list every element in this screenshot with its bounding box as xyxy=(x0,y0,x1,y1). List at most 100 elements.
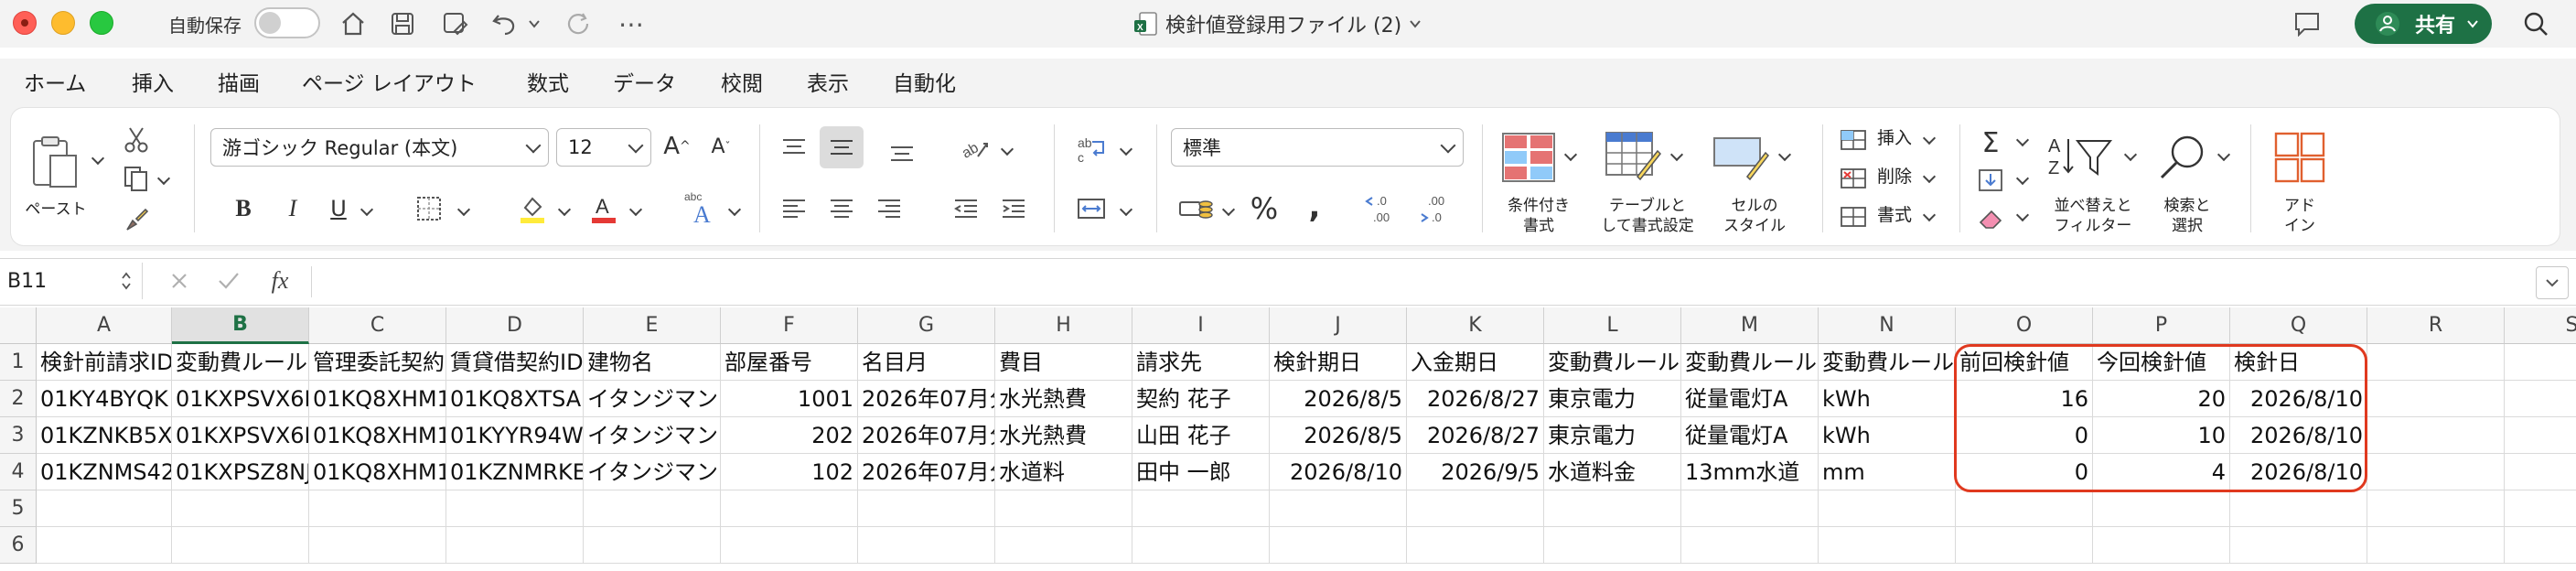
undo-icon[interactable] xyxy=(487,5,523,42)
borders-icon[interactable] xyxy=(412,190,446,227)
currency-format-icon[interactable] xyxy=(1175,190,1218,227)
cell-styles-icon[interactable] xyxy=(1711,130,1771,185)
cell-b5[interactable] xyxy=(172,490,309,527)
cell-n2[interactable]: kWh xyxy=(1819,381,1956,417)
underline-icon[interactable]: U xyxy=(322,190,355,227)
cell-n3[interactable]: kWh xyxy=(1819,417,1956,454)
cell-a3[interactable]: 01KZNKB5XI xyxy=(37,417,172,454)
conditional-formatting-icon[interactable] xyxy=(1498,130,1559,185)
phonetic-chevron-icon[interactable] xyxy=(727,202,742,217)
cell-b1[interactable]: 変動費ルール xyxy=(172,344,309,381)
cell-q4[interactable]: 2026/8/10 xyxy=(2230,454,2367,490)
tab-formulas[interactable]: 数式 xyxy=(527,66,569,97)
format-as-table-chevron-icon[interactable] xyxy=(1669,147,1684,162)
more-options-icon[interactable]: ⋯ xyxy=(613,5,649,42)
cell-g5[interactable] xyxy=(858,490,995,527)
delete-cells-label[interactable]: 削除 xyxy=(1877,167,1923,187)
expand-formula-bar-icon[interactable] xyxy=(2536,266,2569,299)
add-ins-icon[interactable] xyxy=(2270,130,2329,185)
column-header-a[interactable]: A xyxy=(37,307,172,344)
cell-p3[interactable]: 10 xyxy=(2093,417,2230,454)
italic-icon[interactable]: I xyxy=(276,190,309,227)
cell-k1[interactable]: 入金期日 xyxy=(1407,344,1544,381)
cell-g2[interactable]: 2026年07月分 xyxy=(858,381,995,417)
cell-h4[interactable]: 水道料 xyxy=(995,454,1132,490)
cell-d5[interactable] xyxy=(446,490,584,527)
cell-m1[interactable]: 変動費ルール xyxy=(1681,344,1819,381)
cell-j2[interactable]: 2026/8/5 xyxy=(1270,381,1407,417)
cell-a2[interactable]: 01KY4BYQK xyxy=(37,381,172,417)
format-cells-icon[interactable] xyxy=(1837,203,1870,231)
row-header-4[interactable]: 4 xyxy=(0,454,37,490)
cell-c3[interactable]: 01KQ8XHM1 xyxy=(309,417,446,454)
row-header-6[interactable]: 6 xyxy=(0,527,37,564)
formula-input[interactable] xyxy=(320,263,2516,301)
cell-o6[interactable] xyxy=(1956,527,2093,564)
row-header-1[interactable]: 1 xyxy=(0,344,37,381)
cell-f1[interactable]: 部屋番号 xyxy=(721,344,858,381)
cell-f4[interactable]: 102 xyxy=(721,454,858,490)
cell-a5[interactable] xyxy=(37,490,172,527)
cell-s5[interactable] xyxy=(2505,490,2576,527)
comma-style-icon[interactable]: , xyxy=(1301,189,1328,225)
cell-g6[interactable] xyxy=(858,527,995,564)
cell-g3[interactable]: 2026年07月分 xyxy=(858,417,995,454)
cell-styles-chevron-icon[interactable] xyxy=(1777,147,1792,162)
redo-icon[interactable] xyxy=(560,5,596,42)
column-header-l[interactable]: L xyxy=(1544,307,1681,344)
column-header-e[interactable]: E xyxy=(584,307,721,344)
bold-icon[interactable]: B xyxy=(227,190,260,227)
cell-k2[interactable]: 2026/8/27 xyxy=(1407,381,1544,417)
cell-p4[interactable]: 4 xyxy=(2093,454,2230,490)
cell-n1[interactable]: 変動費ルール xyxy=(1819,344,1956,381)
cell-g1[interactable]: 名目月 xyxy=(858,344,995,381)
underline-chevron-icon[interactable] xyxy=(360,202,374,217)
column-header-i[interactable]: I xyxy=(1132,307,1270,344)
borders-chevron-icon[interactable] xyxy=(456,202,471,217)
align-bottom-icon[interactable] xyxy=(884,135,920,168)
cell-a1[interactable]: 検針前請求ID xyxy=(37,344,172,381)
cell-g4[interactable]: 2026年07月分 xyxy=(858,454,995,490)
column-header-h[interactable]: H xyxy=(995,307,1132,344)
delete-cells-chevron-icon[interactable] xyxy=(1922,169,1937,184)
orientation-icon[interactable]: ab xyxy=(957,130,993,167)
cell-h3[interactable]: 水光熱費 xyxy=(995,417,1132,454)
column-header-j[interactable]: J xyxy=(1270,307,1407,344)
tab-draw[interactable]: 描画 xyxy=(218,66,260,97)
cell-n4[interactable]: mm xyxy=(1819,454,1956,490)
decrease-font-size-icon[interactable]: Aˇ xyxy=(703,128,739,165)
cell-m4[interactable]: 13mm水道 xyxy=(1681,454,1819,490)
percent-style-icon[interactable]: % xyxy=(1246,190,1283,227)
tab-home[interactable]: ホーム xyxy=(24,66,87,108)
cell-d3[interactable]: 01KYYR94W xyxy=(446,417,584,454)
search-icon[interactable] xyxy=(2516,5,2556,42)
tab-page-layout[interactable]: ページ レイアウト xyxy=(302,66,477,97)
column-header-g[interactable]: G xyxy=(858,307,995,344)
name-box[interactable]: B11 xyxy=(0,263,143,299)
format-cells-chevron-icon[interactable] xyxy=(1922,208,1937,222)
cell-l6[interactable] xyxy=(1544,527,1681,564)
document-title[interactable]: X 検針値登録用ファイル (2) xyxy=(1134,9,1422,38)
tab-review[interactable]: 校閲 xyxy=(721,66,763,97)
cell-k3[interactable]: 2026/8/27 xyxy=(1407,417,1544,454)
clear-chevron-icon[interactable] xyxy=(2015,208,2030,222)
cell-b4[interactable]: 01KXPSZ8NJ xyxy=(172,454,309,490)
decrease-decimal-icon[interactable]: .00.0 xyxy=(1418,189,1458,229)
font-color-chevron-icon[interactable] xyxy=(628,202,643,217)
fill-down-chevron-icon[interactable] xyxy=(2015,171,2030,186)
wrap-text-icon[interactable]: ab c xyxy=(1072,132,1111,168)
cell-q1[interactable]: 検針日 xyxy=(2230,344,2367,381)
format-painter-icon[interactable] xyxy=(121,203,152,234)
cell-o3[interactable]: 0 xyxy=(1956,417,2093,454)
align-center-icon[interactable] xyxy=(823,190,860,227)
cell-q5[interactable] xyxy=(2230,490,2367,527)
cell-l1[interactable]: 変動費ルール xyxy=(1544,344,1681,381)
cell-s3[interactable] xyxy=(2505,417,2576,454)
cell-e2[interactable]: イタンジマン xyxy=(584,381,721,417)
insert-cells-chevron-icon[interactable] xyxy=(1922,131,1937,145)
font-color-icon[interactable]: A xyxy=(585,190,622,227)
cell-e4[interactable]: イタンジマン xyxy=(584,454,721,490)
column-header-r[interactable]: R xyxy=(2367,307,2505,344)
column-header-o[interactable]: O xyxy=(1956,307,2093,344)
cell-c5[interactable] xyxy=(309,490,446,527)
